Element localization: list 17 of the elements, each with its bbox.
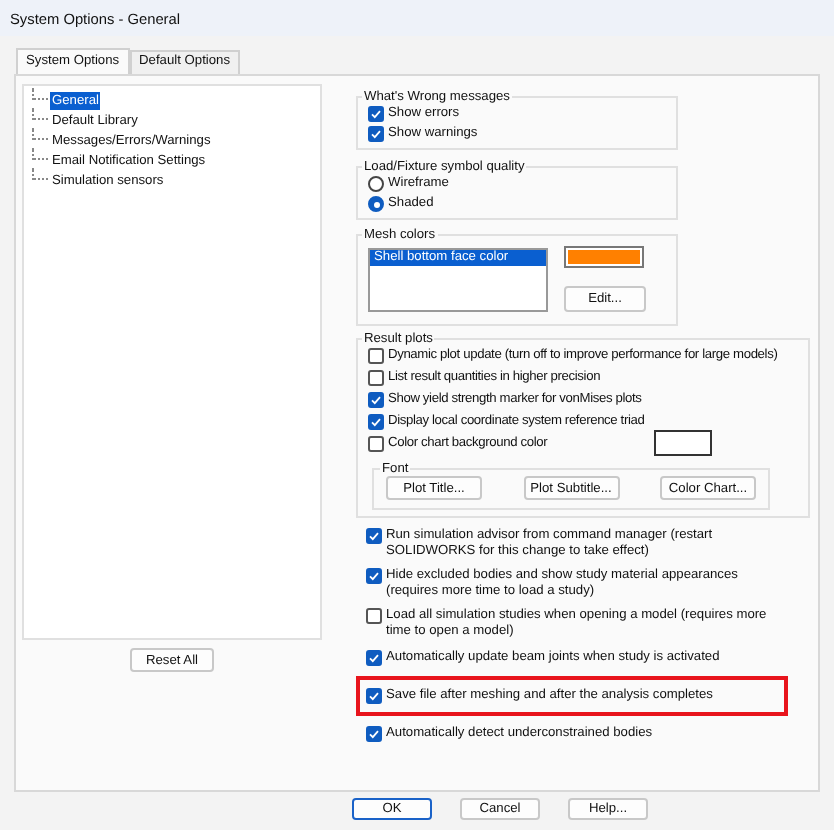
checkbox[interactable]: [366, 608, 382, 625]
checkbox[interactable]: [368, 126, 384, 142]
color-swatch[interactable]: [564, 246, 644, 268]
checkbox[interactable]: [368, 370, 384, 386]
checkbox[interactable]: [368, 348, 384, 364]
color-swatch[interactable]: [653, 430, 712, 456]
checkbox[interactable]: [366, 528, 382, 544]
checkbox[interactable]: [368, 436, 384, 452]
checkbox[interactable]: [368, 414, 384, 430]
checkbox[interactable]: [368, 392, 384, 408]
checkbox[interactable]: [366, 568, 382, 585]
checkbox[interactable]: [366, 725, 382, 742]
checkbox[interactable]: [366, 649, 382, 666]
radio-button[interactable]: [368, 196, 384, 212]
radio-button[interactable]: [368, 176, 384, 192]
checkbox[interactable]: [366, 687, 382, 704]
checkbox[interactable]: [368, 106, 384, 122]
